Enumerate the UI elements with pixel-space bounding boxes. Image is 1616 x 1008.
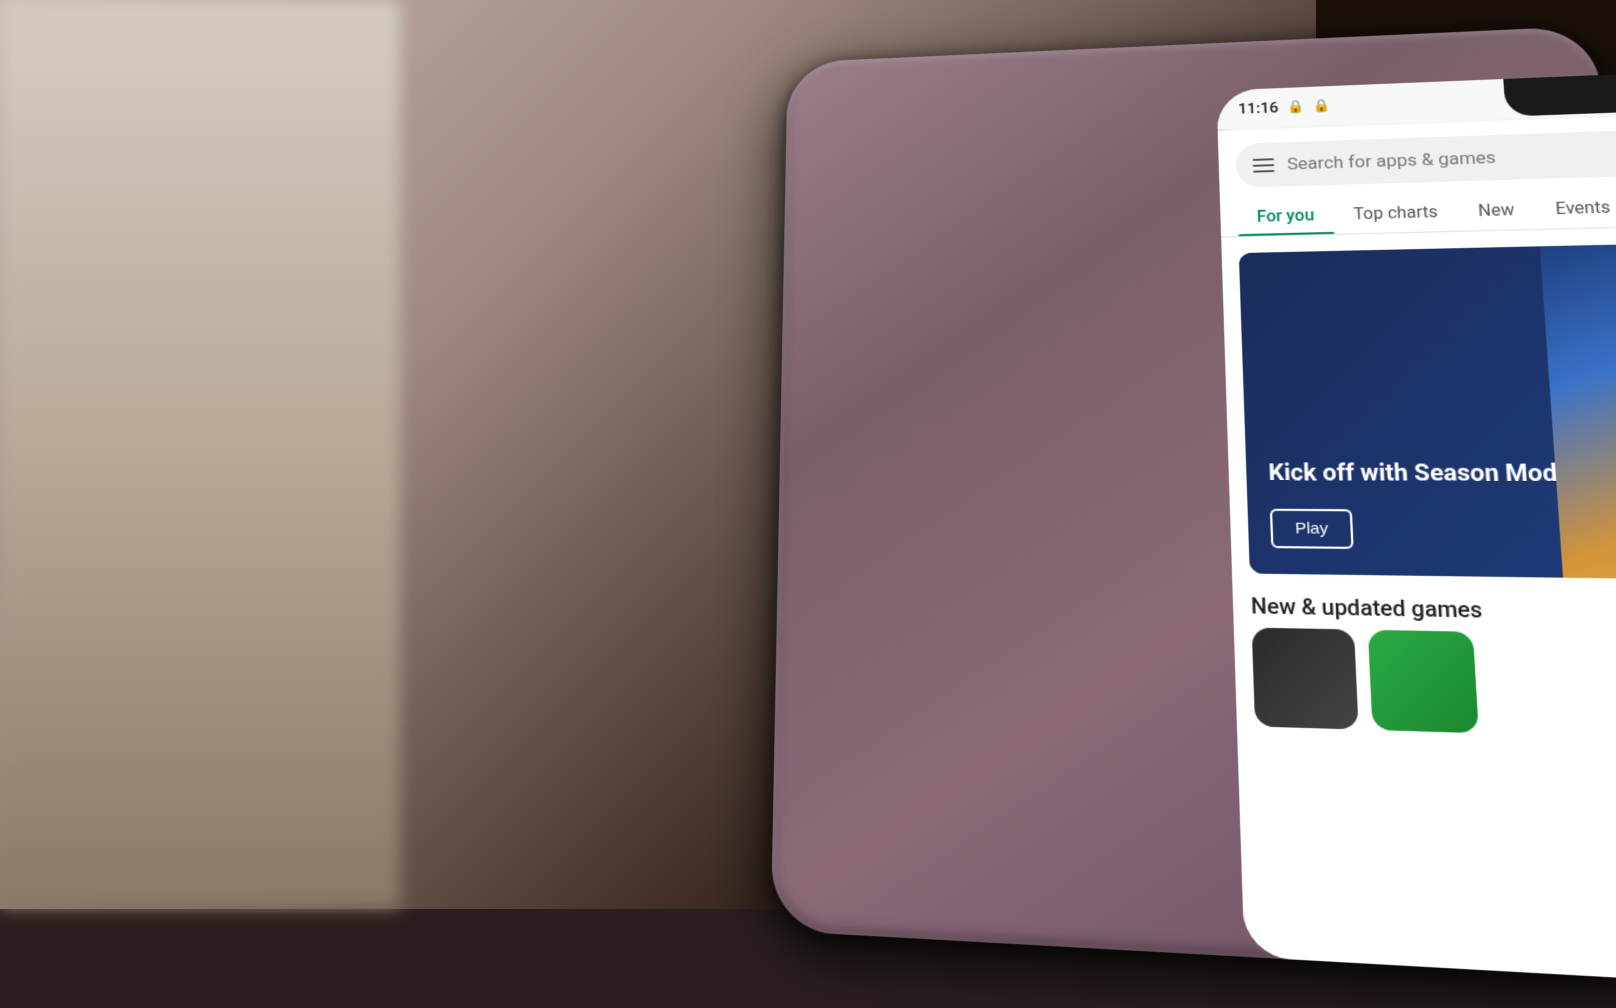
banner-play-button[interactable]: Play [1270, 509, 1354, 549]
phone-container: 11:16 🔒 🔒 ⏰ 📳 [383, 26, 1197, 931]
section-title: New & updated games [1232, 573, 1503, 632]
time-display: 11:16 [1238, 99, 1279, 118]
tab-new[interactable]: New [1457, 189, 1536, 231]
tab-top-charts[interactable]: Top charts [1333, 191, 1459, 233]
games-row [1234, 627, 1616, 752]
lock-icon-2: 🔒 [1313, 98, 1331, 113]
game-thumb-1[interactable] [1252, 628, 1359, 730]
search-text[interactable]: Search for apps & games [1287, 132, 1616, 174]
scene: 11:16 🔒 🔒 ⏰ 📳 [0, 0, 1616, 909]
status-left: 11:16 🔒 🔒 [1238, 97, 1331, 118]
phone-case: 11:16 🔒 🔒 ⏰ 📳 [771, 26, 1616, 981]
banner-title: Kick off with Season Mode [1268, 460, 1574, 491]
bg-left [0, 0, 400, 909]
game-thumb-2[interactable] [1368, 630, 1479, 733]
tab-for-you[interactable]: For you [1237, 195, 1335, 236]
tab-events[interactable]: Events [1533, 186, 1616, 228]
hamburger-icon[interactable] [1253, 158, 1275, 172]
notch [1503, 71, 1616, 117]
banner-card: Kick off with Season Mode Play [1239, 235, 1616, 584]
play-content: Search for apps & games 🎤 For you Top ch… [1218, 102, 1616, 1008]
lock-icon-1: 🔒 [1287, 99, 1305, 114]
search-bar[interactable]: Search for apps & games 🎤 [1235, 117, 1616, 188]
phone-screen: 11:16 🔒 🔒 ⏰ 📳 [1216, 58, 1616, 1008]
